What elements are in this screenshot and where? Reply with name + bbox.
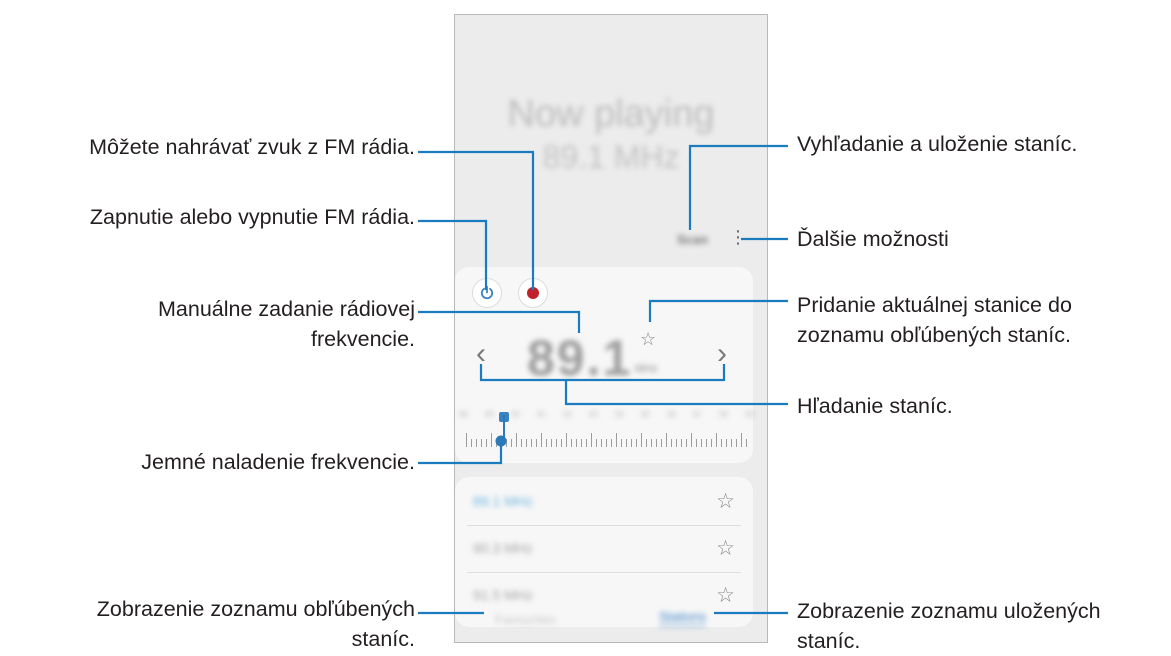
- callout-leader-lines: [418, 144, 788, 615]
- slider-knob: [495, 435, 507, 447]
